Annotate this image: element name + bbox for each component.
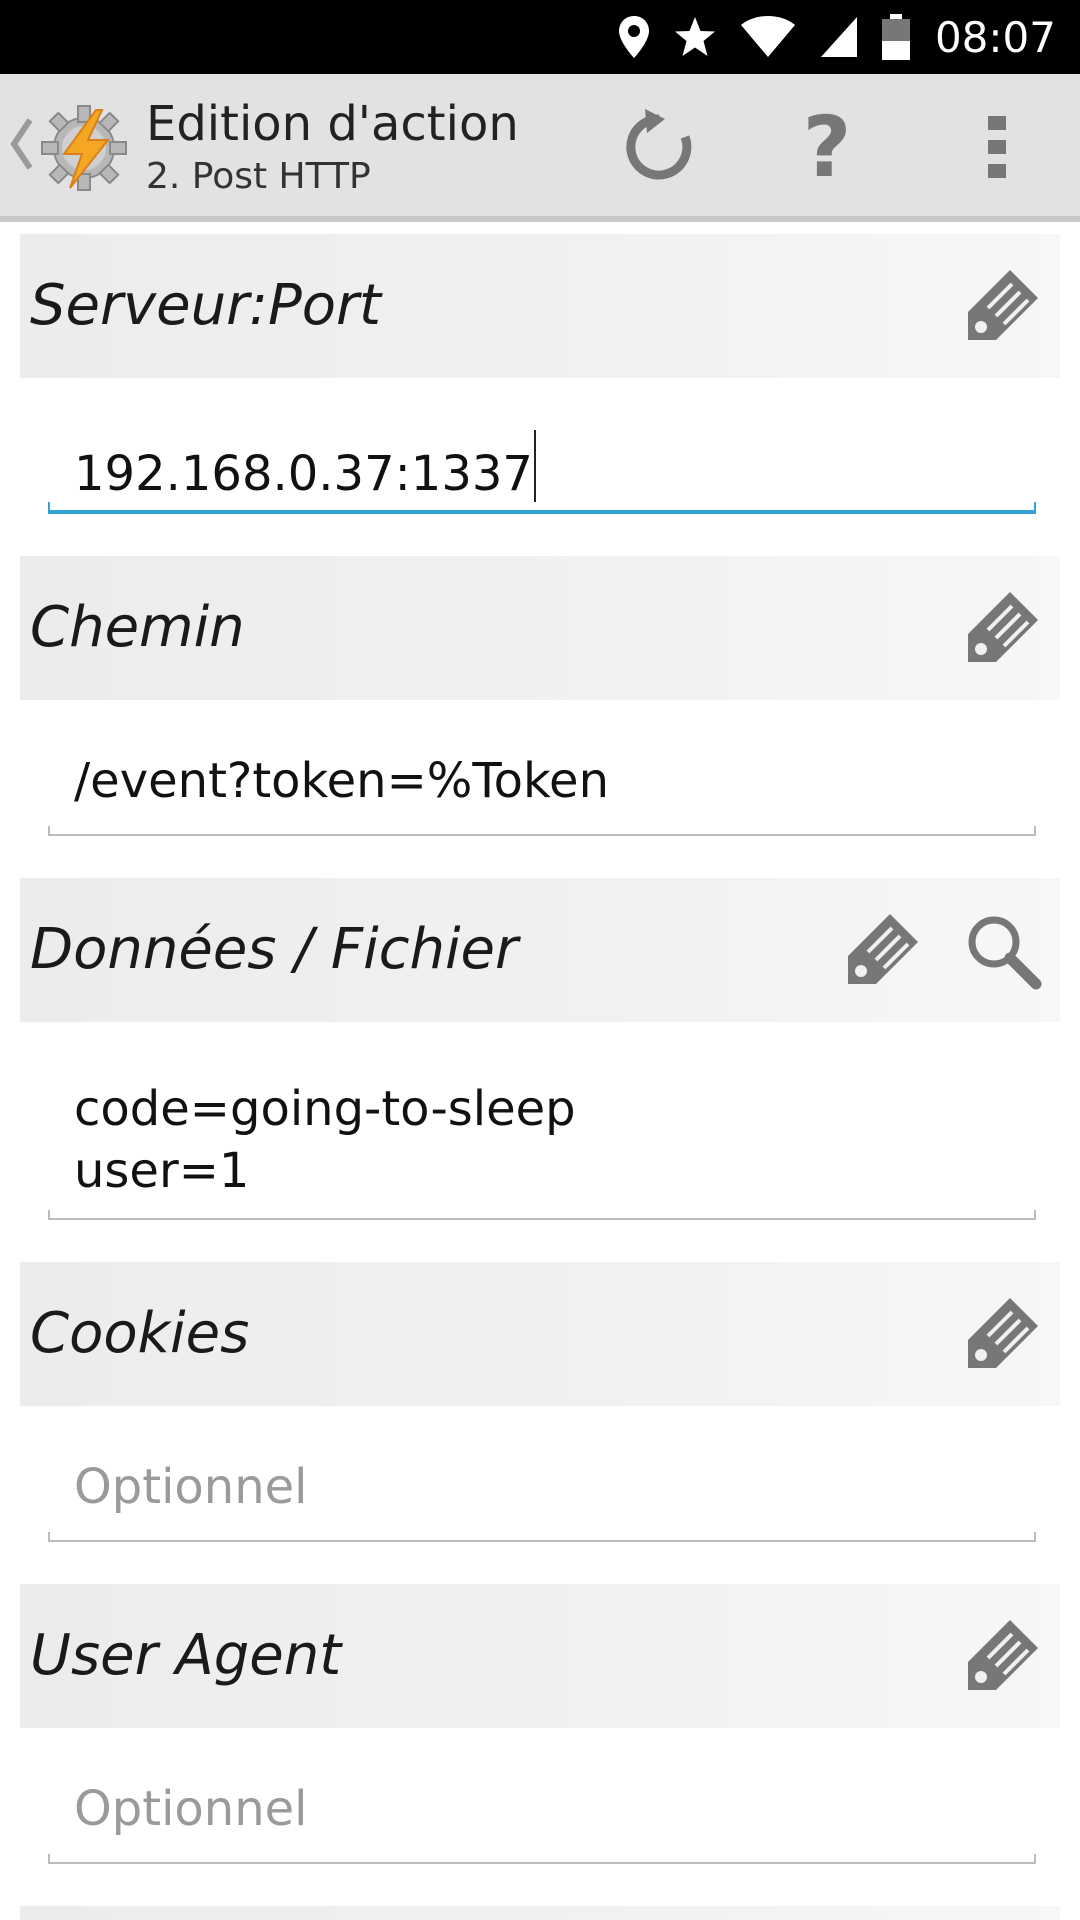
user-agent-field[interactable]: Optionnel [48, 1754, 1036, 1864]
section-header-user-agent: User Agent [20, 1584, 1060, 1728]
tasker-app-icon[interactable] [38, 102, 130, 194]
status-bar: 08:07 [0, 0, 1080, 74]
text-caret [533, 430, 536, 502]
data-file-value[interactable]: code=going-to-sleep user=1 [74, 1078, 576, 1202]
section-header-cookies: Cookies [20, 1262, 1060, 1406]
edit-tag-icon[interactable] [958, 264, 1042, 348]
title-block: Edition d'action 2. Post HTTP [146, 94, 519, 200]
section-header-next [20, 1906, 1060, 1920]
section-header-data-file: Données / Fichier [20, 878, 1060, 1022]
section-header-server-port: Serveur:Port [20, 234, 1060, 378]
edit-tag-icon[interactable] [958, 586, 1042, 670]
server-port-value[interactable]: 192.168.0.37:1337 [74, 430, 536, 505]
field-underline [48, 1210, 1036, 1220]
cookies-placeholder[interactable]: Optionnel [74, 1456, 307, 1518]
refresh-icon [626, 109, 692, 180]
section-label-path: Chemin [30, 595, 245, 660]
location-icon [618, 16, 649, 58]
field-underline [48, 1532, 1036, 1542]
path-field[interactable]: /event?token=%Token [48, 726, 1036, 836]
section-header-path: Chemin [20, 556, 1060, 700]
section-label-server-port: Serveur:Port [30, 273, 382, 338]
help-button[interactable]: ? [772, 92, 882, 202]
cookies-field[interactable]: Optionnel [48, 1432, 1036, 1542]
edit-tag-icon[interactable] [958, 1292, 1042, 1376]
action-bar: Edition d'action 2. Post HTTP ? [0, 74, 1080, 222]
user-agent-placeholder[interactable]: Optionnel [74, 1778, 307, 1840]
field-underline [48, 502, 1036, 514]
back-chevron-icon[interactable] [8, 114, 34, 174]
section-label-data-file: Données / Fichier [30, 917, 519, 982]
path-value[interactable]: /event?token=%Token [74, 750, 609, 812]
status-time: 08:07 [934, 12, 1056, 62]
section-label-cookies: Cookies [30, 1301, 250, 1366]
field-underline [48, 1854, 1036, 1864]
status-icons: 08:07 [617, 0, 1056, 74]
edit-tag-icon[interactable] [958, 1614, 1042, 1698]
wifi-icon [740, 16, 795, 57]
overflow-menu-icon [988, 116, 1006, 178]
help-icon: ? [802, 98, 852, 196]
server-port-field[interactable]: 192.168.0.37:1337 [48, 406, 1036, 514]
field-underline [48, 826, 1036, 836]
section-label-user-agent: User Agent [30, 1623, 342, 1688]
search-icon[interactable] [960, 908, 1044, 992]
overflow-menu-button[interactable] [942, 92, 1052, 202]
page-subtitle: 2. Post HTTP [146, 156, 371, 197]
page-title: Edition d'action [146, 96, 519, 152]
data-file-field[interactable]: code=going-to-sleep user=1 [48, 1046, 1036, 1220]
cellular-signal-icon [820, 17, 857, 57]
refresh-button[interactable] [604, 92, 714, 202]
star-icon [674, 17, 715, 56]
edit-tag-icon[interactable] [838, 908, 922, 992]
battery-icon [881, 14, 910, 60]
